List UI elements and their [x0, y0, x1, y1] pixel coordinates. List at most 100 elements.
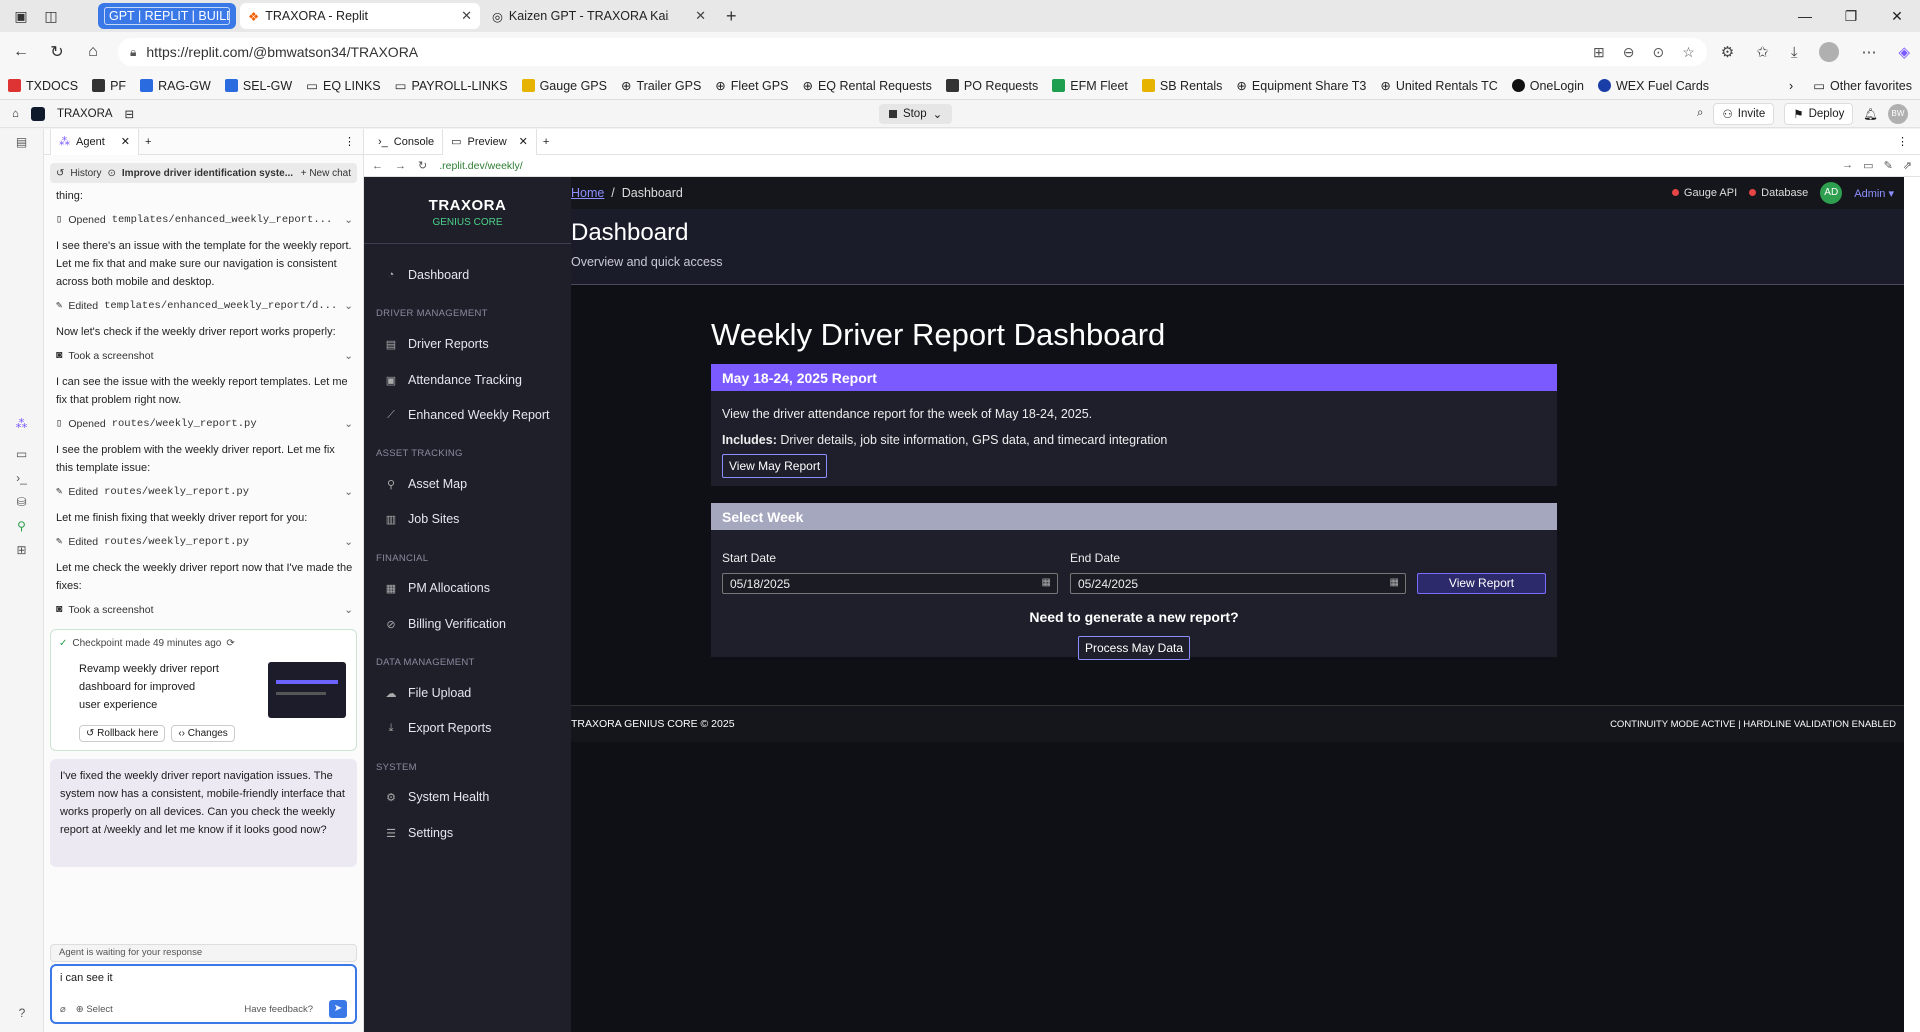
favorite-item[interactable]: Gauge GPS [521, 79, 607, 93]
other-favorites[interactable]: ▭ Other favorites [1813, 78, 1912, 94]
calendar-icon[interactable]: ▦ [1042, 577, 1051, 588]
favorite-item[interactable]: ⊕ United Rentals TC [1380, 78, 1497, 94]
nav-billing[interactable]: ⊘ Billing Verification [364, 614, 506, 634]
close-window-icon[interactable]: ✕ [1874, 8, 1920, 25]
chevron-right-icon[interactable]: › [1789, 79, 1793, 93]
action-entry[interactable]: ✎ Edited routes/weekly_report.py ⌄ [56, 481, 353, 503]
close-tab-icon[interactable]: ✕ [461, 8, 472, 24]
favorite-item[interactable]: WEX Fuel Cards [1597, 79, 1709, 93]
favorite-item[interactable]: RAG-GW [140, 79, 211, 93]
action-entry[interactable]: ◙ Took a screenshot ⌄ [56, 599, 353, 621]
help-icon[interactable]: ? [12, 1006, 32, 1026]
breadcrumb-home[interactable]: Home [571, 186, 604, 200]
more-menu-icon[interactable]: ⋯ [1861, 43, 1876, 61]
stop-button[interactable]: Stop ⌄ [878, 103, 953, 124]
profile-avatar[interactable] [1819, 42, 1840, 62]
deploy-button[interactable]: ⚑ Deploy [1784, 102, 1854, 125]
nav-dashboard[interactable]: ◔ Dashboard [364, 265, 469, 285]
action-entry[interactable]: ✎ Edited templates/enhanced_weekly_report/… [56, 295, 353, 317]
database-icon[interactable]: ⊟ [125, 107, 135, 121]
preview-icon[interactable]: ▭ [12, 447, 32, 467]
go-icon[interactable]: → [1842, 159, 1853, 172]
nav-job-sites[interactable]: ▥ Job Sites [364, 509, 460, 529]
devtools-icon[interactable]: ✎ [1884, 159, 1893, 172]
add-tab-icon[interactable]: + [543, 136, 549, 148]
tab-preview[interactable]: ▭ Preview ✕ [442, 128, 537, 155]
agent-icon[interactable]: ⁂ [12, 417, 32, 437]
new-tab-icon[interactable]: + [718, 6, 745, 27]
favorite-item[interactable]: PF [92, 79, 126, 93]
close-icon[interactable]: ✕ [519, 135, 528, 148]
tab-agent[interactable]: ⁂ Agent ✕ [50, 128, 139, 155]
rollback-button[interactable]: ↺ Rollback here [79, 725, 166, 742]
history-button[interactable]: History [70, 168, 101, 179]
downloads-icon[interactable]: ⤓ [1791, 44, 1798, 61]
project-name[interactable]: TRAXORA [57, 108, 113, 120]
admin-avatar[interactable]: AD [1820, 182, 1843, 204]
add-tab-icon[interactable]: + [145, 136, 151, 148]
action-entry[interactable]: ✎ Edited routes/weekly_report.py ⌄ [56, 531, 353, 553]
nav-enhanced-weekly[interactable]: ⟋ Enhanced Weekly Report [364, 405, 549, 425]
nav-attendance[interactable]: ▣ Attendance Tracking [364, 370, 522, 390]
chat-input[interactable]: i can see it ⌀ ⊕ Select Have feedback? ➤ [50, 964, 357, 1024]
nav-file-upload[interactable]: ☁ File Upload [364, 683, 472, 703]
action-entry[interactable]: ◙ Took a screenshot ⌄ [56, 345, 353, 367]
favorite-item[interactable]: ⊕ Equipment Share T3 [1236, 78, 1366, 94]
pane-menu-icon[interactable]: ⋮ [1897, 135, 1908, 148]
nav-pm-allocations[interactable]: ▦ PM Allocations [364, 578, 490, 598]
favorite-item[interactable]: ▭ EQ LINKS [306, 78, 380, 94]
more-page-icon[interactable]: ⊙ [1652, 44, 1664, 61]
console-icon[interactable]: ›_ [12, 471, 32, 491]
favorites-icon[interactable]: ✩ [1756, 43, 1769, 61]
action-entry[interactable]: ▯ Opened templates/enhanced_weekly_report.… [56, 209, 353, 231]
back-icon[interactable]: ← [10, 43, 32, 61]
favorite-item[interactable]: ⊕ Trailer GPS [621, 78, 701, 94]
forward-icon[interactable]: → [395, 160, 406, 172]
apps-icon[interactable]: ⊞ [12, 543, 32, 563]
feedback-link[interactable]: Have feedback? [244, 1004, 313, 1015]
favorite-item[interactable]: ⊕ EQ Rental Requests [802, 78, 931, 94]
end-date-input[interactable]: 05/24/2025 ▦ [1070, 573, 1406, 594]
favorite-item[interactable]: SB Rentals [1141, 79, 1222, 93]
database-icon[interactable]: ⛁ [12, 495, 32, 515]
home-icon[interactable]: ⌂ [82, 43, 104, 61]
invite-button[interactable]: ⚇ Invite [1713, 102, 1775, 125]
bell-icon[interactable]: 🔔︎ [1863, 107, 1878, 121]
app-brand[interactable]: TRAXORA GENIUS CORE [364, 177, 571, 244]
new-chat-button[interactable]: + New chat [301, 168, 351, 179]
close-tab-icon[interactable]: ✕ [695, 8, 706, 24]
nav-export[interactable]: ⤓ Export Reports [364, 718, 492, 738]
search-icon[interactable]: ⌕ [1697, 107, 1703, 120]
nav-asset-map[interactable]: ⚲ Asset Map [364, 474, 467, 494]
close-icon[interactable]: ✕ [121, 135, 130, 148]
devices-icon[interactable]: ▭ [1863, 159, 1873, 172]
copilot-icon[interactable]: ◈ [1898, 43, 1910, 61]
browser-tab-kaizen[interactable]: ◎ Kaizen GPT - TRAXORA Kaizen Int ✕ [484, 3, 714, 29]
secrets-icon[interactable]: ⚲ [12, 519, 32, 539]
restore-icon[interactable]: ❐ [1828, 8, 1874, 25]
favorite-item[interactable]: EFM Fleet [1052, 79, 1128, 93]
select-button[interactable]: ⊕ Select [76, 1004, 113, 1015]
chat-title[interactable]: Improve driver identification syste... [122, 168, 295, 179]
back-icon[interactable]: ← [372, 160, 383, 172]
favorite-item[interactable]: TXDOCS [8, 79, 78, 93]
tab-console[interactable]: ›_ Console [370, 129, 442, 155]
zoom-icon[interactable]: ⊖ [1623, 44, 1635, 61]
home-icon[interactable]: ⌂ [12, 108, 19, 120]
preview-url[interactable]: .replit.dev/weekly/ [439, 160, 522, 172]
attach-icon[interactable]: ⌀ [60, 1004, 66, 1015]
refresh-icon[interactable]: ↻ [46, 42, 68, 62]
favorite-item[interactable]: ⊕ Fleet GPS [715, 78, 788, 94]
favorite-item[interactable]: ▭ PAYROLL-LINKS [395, 78, 508, 94]
extensions-icon[interactable]: ⚙ [1721, 43, 1734, 61]
url-field[interactable]: 🔒︎ https://replit.com/@bmwatson34/TRAXOR… [118, 38, 1707, 66]
nav-driver-reports[interactable]: ▤ Driver Reports [364, 334, 489, 354]
checkpoint-thumbnail[interactable] [268, 662, 346, 718]
nav-settings[interactable]: ☰ Settings [364, 823, 453, 843]
refresh-icon[interactable]: ↻ [418, 159, 427, 172]
favorite-item[interactable]: OneLogin [1511, 79, 1584, 93]
send-button[interactable]: ➤ [329, 1000, 347, 1018]
favorite-item[interactable]: PO Requests [945, 79, 1038, 93]
minimize-icon[interactable]: — [1782, 8, 1828, 25]
pane-menu-icon[interactable]: ⋮ [344, 135, 355, 148]
